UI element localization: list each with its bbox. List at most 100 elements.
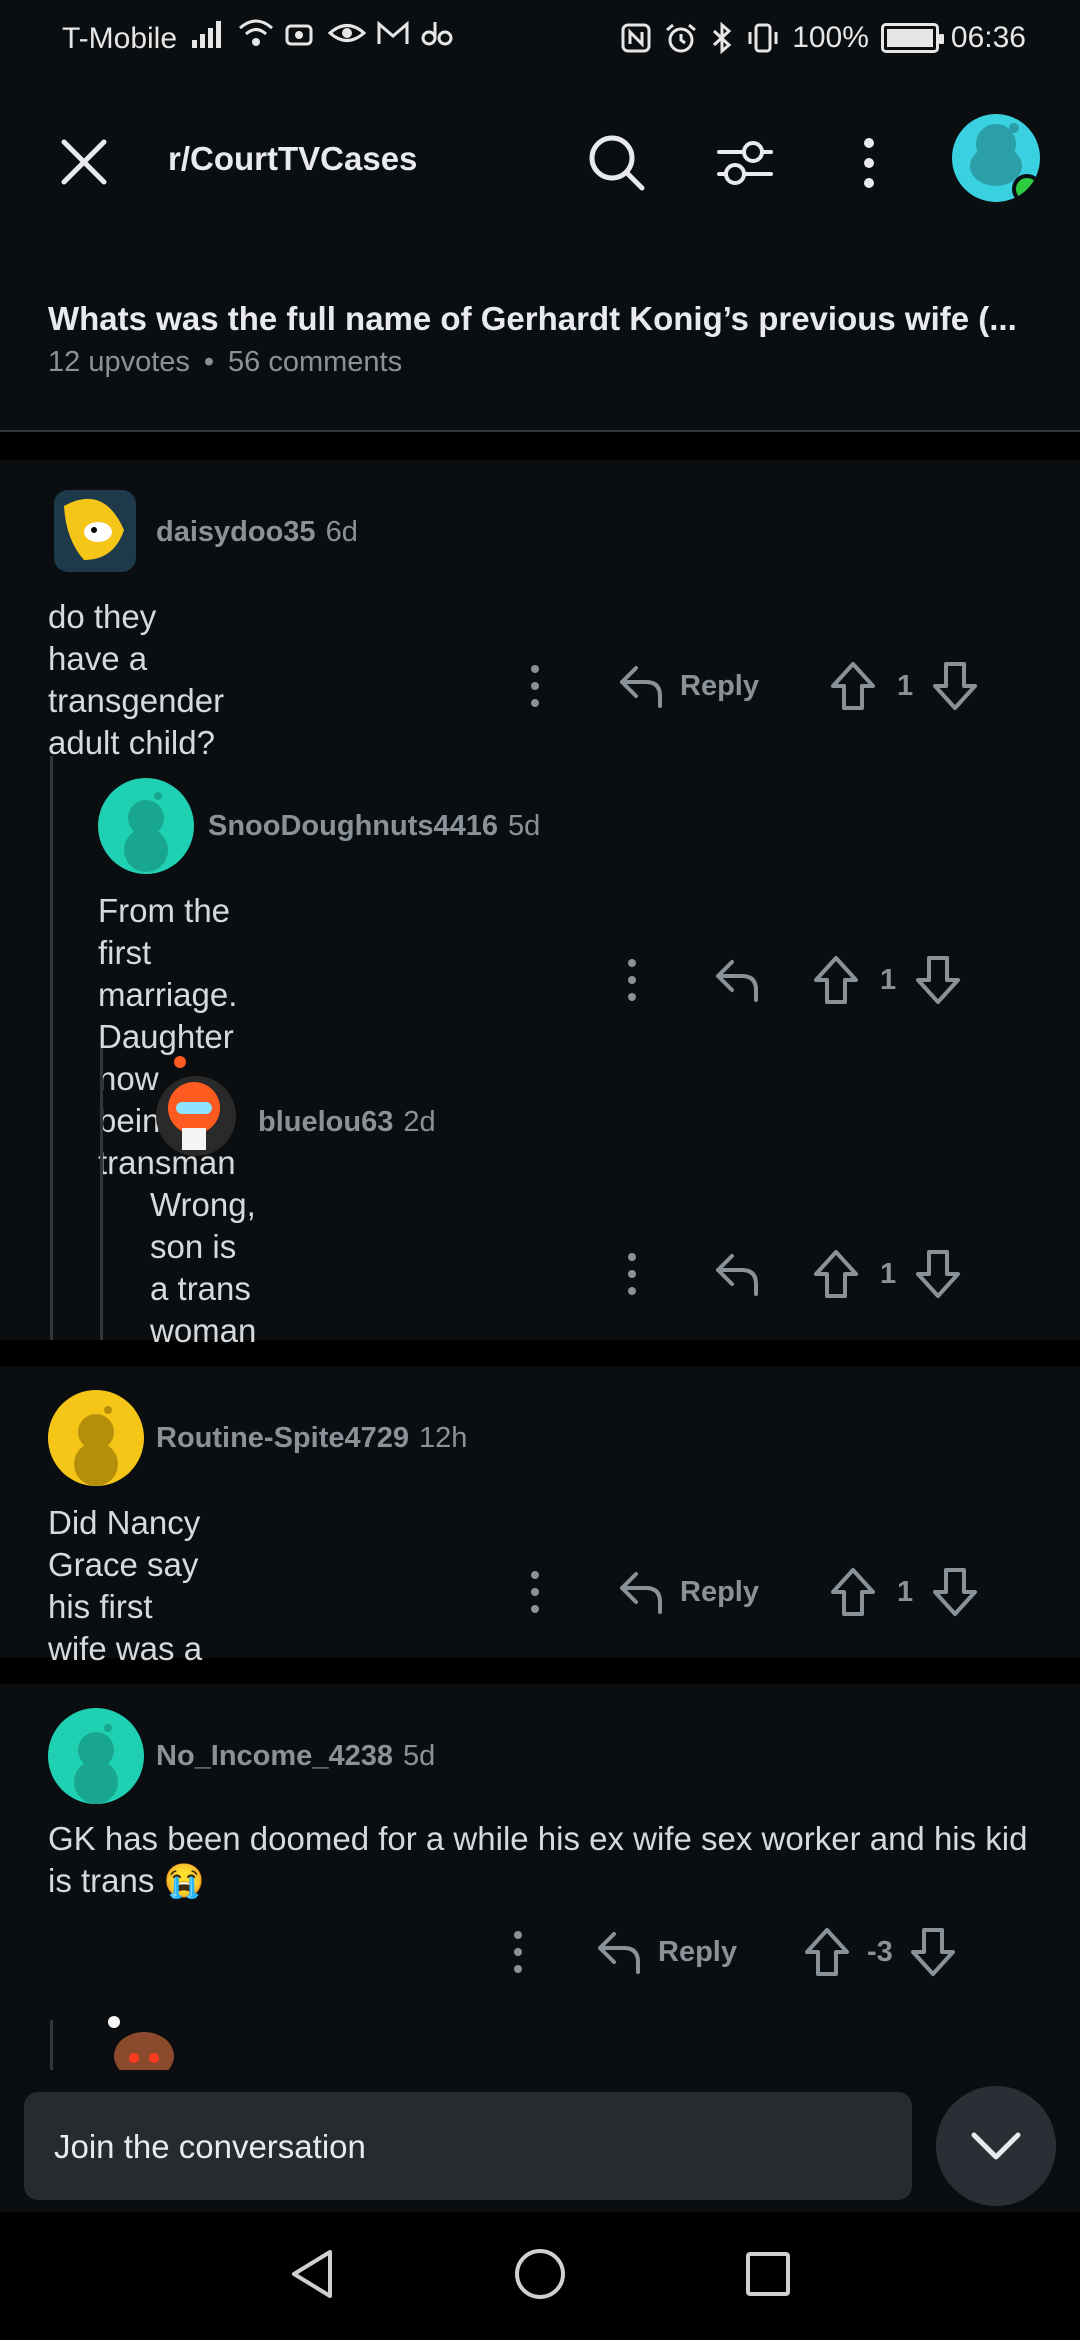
reply-icon — [598, 1932, 640, 1974]
more-options-button[interactable] — [510, 1570, 560, 1614]
battery-percent: 100% — [792, 21, 869, 54]
downvote-button[interactable] — [914, 954, 962, 1006]
vibrate-icon — [748, 23, 778, 53]
eye-icon — [328, 24, 366, 42]
upvote-button[interactable] — [812, 954, 860, 1006]
meta-separator: • — [203, 346, 215, 378]
alarm-icon — [666, 23, 697, 53]
more-options-button[interactable] — [498, 1930, 538, 1974]
upvote-button[interactable] — [803, 1926, 851, 1978]
reply-button[interactable]: Reply — [616, 1568, 759, 1616]
upvote-button[interactable] — [829, 660, 877, 712]
gmail-icon — [377, 20, 409, 44]
comment-age: 5d — [402, 1740, 436, 1772]
downvote-button[interactable] — [909, 1926, 957, 1978]
downvote-button[interactable] — [931, 660, 979, 712]
more-options-button[interactable] — [612, 1252, 652, 1296]
snoo-avatar-icon — [74, 1724, 118, 1804]
commenter-avatar[interactable] — [100, 2014, 184, 2070]
upvote-icon — [804, 1928, 849, 1976]
banana-avatar-icon — [64, 498, 124, 560]
signal-icon — [192, 21, 221, 48]
commenter-avatar[interactable] — [54, 490, 136, 572]
comment-thread: No_Income_4238 5d GK has been doomed for … — [0, 1684, 1080, 2070]
close-button[interactable] — [56, 134, 112, 190]
back-triangle-icon — [292, 2249, 333, 2298]
reply-icon — [716, 1254, 758, 1296]
vote-score: 1 — [880, 963, 897, 996]
upvote-icon — [814, 956, 858, 1004]
commenter-avatar[interactable] — [48, 1390, 144, 1486]
back-button[interactable] — [288, 2248, 336, 2305]
more-options-button[interactable] — [510, 664, 560, 708]
search-button[interactable] — [582, 128, 652, 198]
comment-body: GK has been doomed for a while his ex wi… — [48, 1820, 1028, 1899]
upvote-icon — [814, 1250, 858, 1298]
more-vertical-icon — [628, 1253, 636, 1295]
vote-score: 1 — [880, 1257, 897, 1290]
post-summary[interactable]: Whats was the full name of Gerhardt Koni… — [0, 240, 1080, 432]
commenter-avatar[interactable] — [98, 778, 194, 874]
thread-line[interactable] — [100, 1048, 103, 1340]
downvote-button[interactable] — [914, 1248, 962, 1300]
composer-bar: Join the conversation — [0, 2070, 1080, 2220]
downvote-icon — [933, 1568, 978, 1616]
upvote-button[interactable] — [829, 1566, 877, 1618]
comment-author[interactable]: SnooDoughnuts4416 5d — [208, 810, 540, 843]
more-vertical-icon — [531, 665, 539, 707]
overflow-menu-button[interactable] — [834, 128, 904, 198]
home-circle-icon — [514, 2248, 565, 2299]
comment-actions: 1 — [612, 950, 962, 1010]
downvote-button[interactable] — [931, 1566, 979, 1618]
comment-author[interactable]: No_Income_4238 5d — [156, 1740, 435, 1773]
comment-author[interactable]: bluelou63 2d — [258, 1106, 436, 1139]
recents-button[interactable] — [744, 2250, 792, 2303]
reply-icon — [716, 960, 758, 1002]
user-avatar[interactable] — [952, 114, 1040, 202]
upvote-button[interactable] — [812, 1248, 860, 1300]
search-icon — [589, 135, 645, 191]
comment-body: Wrong, son is a trans woman — [150, 1186, 257, 1349]
comment-author[interactable]: Routine-Spite4729 12h — [156, 1422, 467, 1455]
snoo-avatar-icon — [74, 1406, 118, 1486]
filter-icon — [717, 141, 773, 185]
collapse-button[interactable] — [936, 2086, 1056, 2206]
app-header: r/CourtTVCases — [0, 80, 1080, 240]
reply-icon — [620, 666, 662, 708]
reply-icon — [620, 1572, 662, 1614]
character-avatar-icon — [156, 1056, 236, 1156]
chevron-down-icon — [971, 2132, 1021, 2160]
reply-button[interactable]: Reply — [616, 662, 759, 710]
comment-body: do they have a transgender adult child? — [48, 598, 225, 761]
nfc-icon — [621, 23, 651, 53]
app-notification-icon — [421, 22, 453, 46]
sort-filter-button[interactable] — [710, 128, 780, 198]
join-conversation-input[interactable]: Join the conversation — [24, 2092, 912, 2200]
more-vertical-icon — [531, 1571, 539, 1613]
comment-actions: 1 — [612, 1244, 962, 1304]
hotspot-icon — [285, 24, 313, 46]
comment-author[interactable]: daisydoo35 6d — [156, 516, 358, 549]
commenter-avatar[interactable] — [150, 1050, 242, 1160]
comment-age: 5d — [508, 810, 541, 842]
battery-icon — [880, 23, 944, 53]
home-button[interactable] — [513, 2247, 567, 2306]
more-vertical-icon — [628, 959, 636, 1001]
reply-button[interactable] — [712, 1250, 762, 1298]
more-options-button[interactable] — [612, 958, 652, 1002]
character-avatar-icon — [108, 2016, 174, 2070]
reply-button[interactable]: Reply — [594, 1928, 737, 1976]
comment-thread: daisydoo35 6d do they have a transgender … — [0, 460, 1080, 1349]
commenter-avatar[interactable] — [48, 1708, 144, 1804]
comment-age: 2d — [403, 1106, 436, 1138]
comment-age: 12h — [419, 1422, 468, 1454]
system-nav-bar — [0, 2212, 1080, 2340]
reply-button[interactable] — [712, 956, 762, 1004]
more-vertical-icon — [864, 138, 874, 188]
thread-line[interactable] — [50, 756, 53, 1340]
more-vertical-icon — [514, 1931, 522, 1973]
comment-actions: Reply -3 — [498, 1922, 957, 1982]
post-title[interactable]: Whats was the full name of Gerhardt Koni… — [48, 300, 1038, 338]
thread-line[interactable] — [50, 2020, 53, 2070]
subreddit-name[interactable]: r/CourtTVCases — [168, 140, 417, 178]
